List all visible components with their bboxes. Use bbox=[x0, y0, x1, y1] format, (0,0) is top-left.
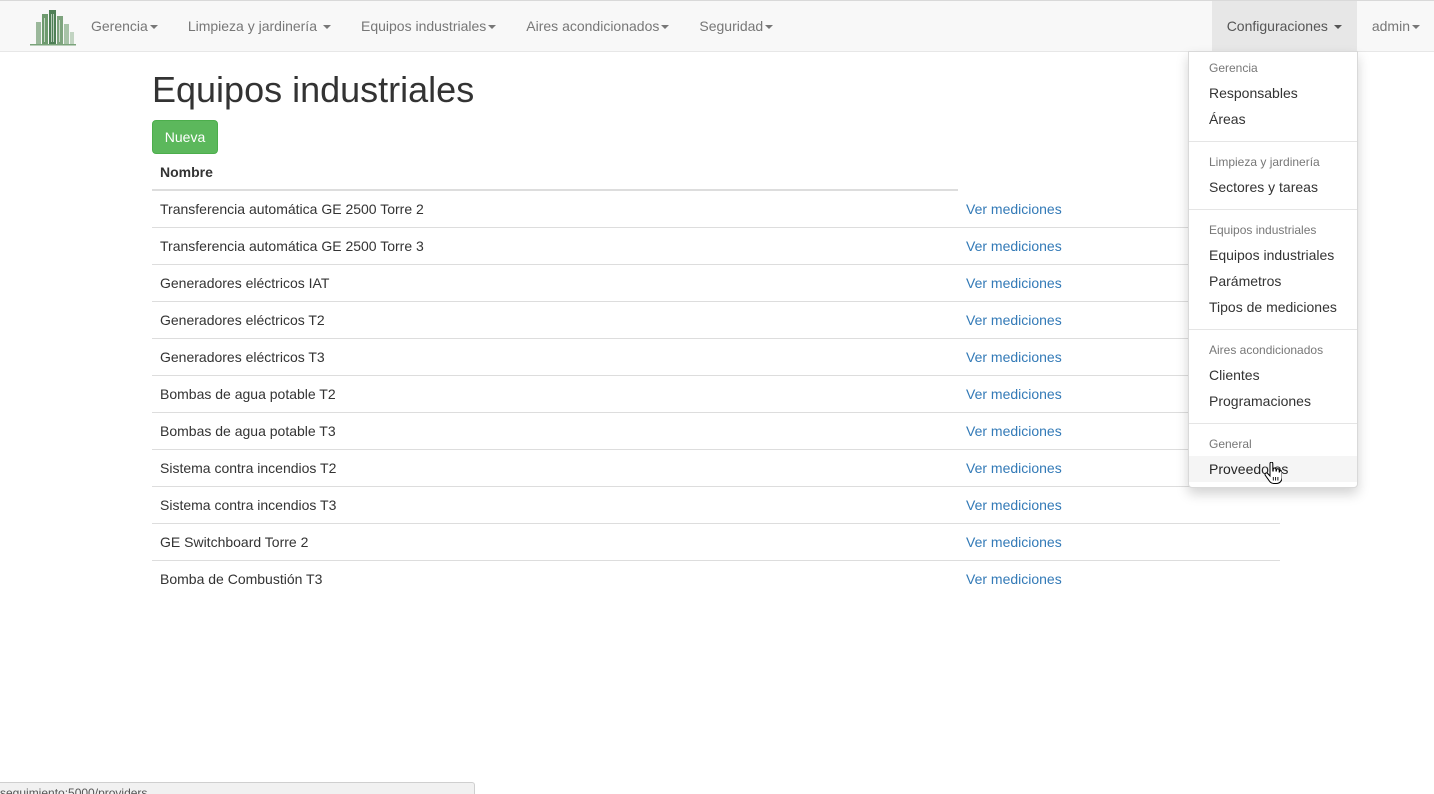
menu-divider bbox=[1189, 141, 1357, 142]
table-row: GE Switchboard Torre 2 Ver mediciones bbox=[152, 524, 1280, 561]
nav-label: admin bbox=[1371, 18, 1410, 34]
nav-label: Gerencia bbox=[91, 18, 148, 34]
caret-down-icon bbox=[488, 24, 497, 29]
menu-header-limpieza: Limpieza y jardinería bbox=[1209, 155, 1320, 169]
ver-mediciones-link[interactable]: Ver mediciones bbox=[966, 497, 1062, 513]
nav-limpieza[interactable]: Limpieza y jardinería bbox=[173, 1, 346, 52]
menu-item-areas[interactable]: Áreas bbox=[1189, 106, 1357, 132]
equipment-name: Generadores eléctricos T3 bbox=[160, 349, 325, 365]
nav-label: Seguridad bbox=[699, 18, 764, 34]
browser-status-bar: seguimiento:5000/providers bbox=[0, 782, 475, 794]
ver-mediciones-link[interactable]: Ver mediciones bbox=[966, 275, 1062, 291]
ver-mediciones-link[interactable]: Ver mediciones bbox=[966, 423, 1062, 439]
nav-gerencia[interactable]: Gerencia bbox=[76, 1, 173, 52]
nav-configuraciones[interactable]: Configuraciones bbox=[1211, 1, 1357, 52]
right-nav: Configuraciones admin bbox=[1211, 1, 1434, 52]
menu-item-sectores-tareas[interactable]: Sectores y tareas bbox=[1189, 174, 1357, 200]
ver-mediciones-link[interactable]: Ver mediciones bbox=[966, 349, 1062, 365]
ver-mediciones-link[interactable]: Ver mediciones bbox=[966, 460, 1062, 476]
table-row: Transferencia automática GE 2500 Torre 3… bbox=[152, 228, 1280, 265]
menu-item-programaciones[interactable]: Programaciones bbox=[1189, 388, 1357, 414]
equipment-name: Transferencia automática GE 2500 Torre 2 bbox=[160, 201, 424, 217]
new-button[interactable]: Nueva bbox=[152, 120, 218, 154]
top-navbar: Gerencia Limpieza y jardinería Equipos i… bbox=[0, 0, 1434, 52]
ver-mediciones-link[interactable]: Ver mediciones bbox=[966, 201, 1062, 217]
nav-label: Equipos industriales bbox=[360, 18, 487, 34]
page-title: Equipos industriales bbox=[152, 69, 475, 110]
menu-item-responsables[interactable]: Responsables bbox=[1189, 80, 1357, 106]
hand-pointer-cursor-icon bbox=[1264, 462, 1282, 484]
table-row: Sistema contra incendios T3 Ver medicione… bbox=[152, 487, 1280, 524]
caret-down-icon bbox=[1412, 24, 1420, 29]
column-header-name: Nombre bbox=[160, 164, 213, 180]
equipment-name: Generadores eléctricos T2 bbox=[160, 312, 325, 328]
nav-label: Configuraciones bbox=[1226, 18, 1328, 34]
table-row: Generadores eléctricos IAT Ver mediciones bbox=[152, 265, 1280, 302]
equipment-name: Sistema contra incendios T2 bbox=[160, 460, 337, 476]
equipment-name: GE Switchboard Torre 2 bbox=[160, 534, 309, 550]
ver-mediciones-link[interactable]: Ver mediciones bbox=[966, 534, 1062, 550]
equipment-name: Bombas de agua potable T2 bbox=[160, 386, 336, 402]
table-row: Bomba de Combustión T3 Ver mediciones bbox=[152, 561, 1280, 598]
main-nav: Gerencia Limpieza y jardinería Equipos i… bbox=[76, 1, 788, 52]
equipment-name: Sistema contra incendios T3 bbox=[160, 497, 337, 513]
status-url: seguimiento:5000/providers bbox=[0, 786, 148, 794]
ver-mediciones-link[interactable]: Ver mediciones bbox=[966, 312, 1062, 328]
table-row: Bombas de agua potable T3 Ver mediciones bbox=[152, 413, 1280, 450]
menu-divider bbox=[1189, 329, 1357, 330]
equipment-name: Bomba de Combustión T3 bbox=[160, 571, 323, 587]
equipment-table: Nombre Transferencia automática GE 2500 … bbox=[152, 154, 1280, 598]
table-row: Sistema contra incendios T2 Ver medicione… bbox=[152, 450, 1280, 487]
menu-item-tipos-mediciones[interactable]: Tipos de mediciones bbox=[1189, 294, 1357, 320]
table-row: Bombas de agua potable T2 Ver mediciones bbox=[152, 376, 1280, 413]
menu-item-clientes[interactable]: Clientes bbox=[1189, 362, 1357, 388]
caret-down-icon bbox=[661, 24, 670, 29]
menu-divider bbox=[1189, 209, 1357, 210]
caret-down-icon bbox=[149, 24, 158, 29]
menu-divider bbox=[1189, 423, 1357, 424]
table-row: Generadores eléctricos T2 Ver mediciones bbox=[152, 302, 1280, 339]
ver-mediciones-link[interactable]: Ver mediciones bbox=[966, 238, 1062, 254]
menu-header-equipos: Equipos industriales bbox=[1209, 223, 1317, 237]
nav-seguridad[interactable]: Seguridad bbox=[684, 1, 788, 52]
nav-aires[interactable]: Aires acondicionados bbox=[511, 1, 684, 52]
nav-equipos[interactable]: Equipos industriales bbox=[346, 1, 511, 52]
table-body: Transferencia automática GE 2500 Torre 2… bbox=[152, 191, 1280, 598]
nav-user-admin[interactable]: admin bbox=[1357, 1, 1434, 52]
building-logo-icon[interactable] bbox=[30, 8, 76, 46]
table-header: Nombre bbox=[152, 154, 1280, 191]
table-row: Generadores eléctricos T3 Ver mediciones bbox=[152, 339, 1280, 376]
ver-mediciones-link[interactable]: Ver mediciones bbox=[966, 571, 1062, 587]
equipment-name: Generadores eléctricos IAT bbox=[160, 275, 330, 291]
ver-mediciones-link[interactable]: Ver mediciones bbox=[966, 386, 1062, 402]
menu-item-equipos-industriales[interactable]: Equipos industriales bbox=[1189, 242, 1357, 268]
menu-header-general: General bbox=[1209, 437, 1252, 451]
caret-down-icon bbox=[322, 24, 331, 29]
caret-down-icon bbox=[1333, 24, 1342, 29]
configuraciones-dropdown-menu: Gerencia Responsables Áreas Limpieza y j… bbox=[1188, 51, 1358, 488]
nav-label: Aires acondicionados bbox=[526, 18, 660, 34]
menu-header-aires: Aires acondicionados bbox=[1209, 343, 1324, 357]
equipment-name: Bombas de agua potable T3 bbox=[160, 423, 336, 439]
menu-header-gerencia: Gerencia bbox=[1209, 61, 1258, 75]
caret-down-icon bbox=[765, 24, 774, 29]
nav-label: Limpieza y jardinería bbox=[187, 18, 317, 34]
table-row: Transferencia automática GE 2500 Torre 2… bbox=[152, 191, 1280, 228]
menu-item-parametros[interactable]: Parámetros bbox=[1189, 268, 1357, 294]
equipment-name: Transferencia automática GE 2500 Torre 3 bbox=[160, 238, 424, 254]
